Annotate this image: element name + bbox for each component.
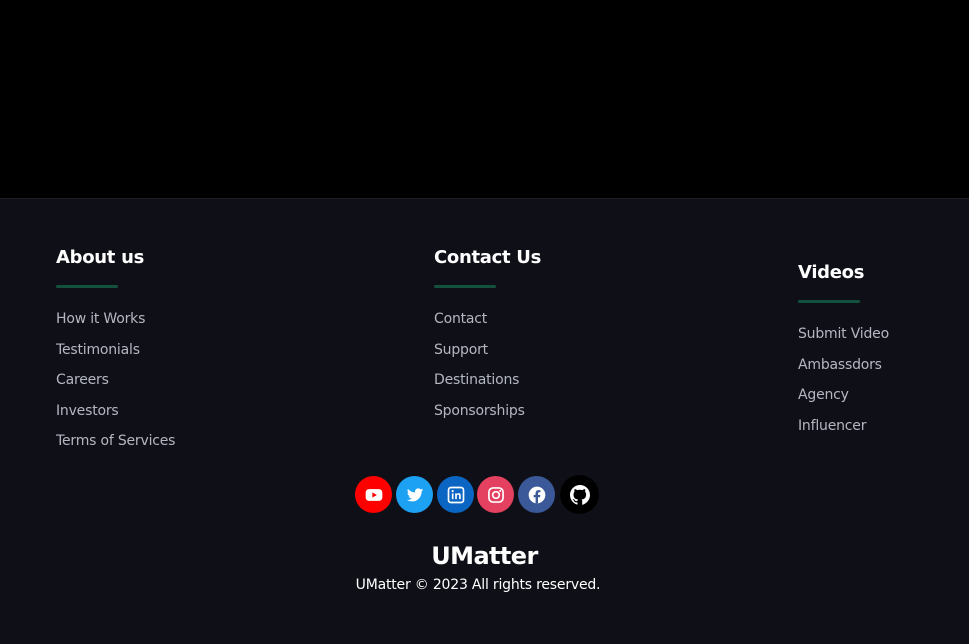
link-sponsorships[interactable]: Sponsorships — [434, 396, 541, 427]
brand-name: UMatter — [431, 542, 538, 570]
facebook-button[interactable] — [518, 476, 555, 513]
copyright-text: UMatter © 2023 All rights reserved. — [355, 577, 601, 593]
link-ambassadors[interactable]: Ambassdors — [798, 350, 889, 381]
link-influencer[interactable]: Influencer — [798, 411, 889, 442]
footer-column-contact: Contact Us Contact Support Destinations … — [434, 247, 541, 426]
contact-heading: Contact Us — [434, 247, 542, 268]
youtube-icon — [365, 488, 382, 501]
site-footer: About us How it Works Testimonials Caree… — [0, 198, 969, 644]
github-button[interactable] — [560, 475, 599, 514]
youtube-button[interactable] — [355, 476, 392, 513]
heading-underline — [434, 285, 496, 288]
videos-heading: Videos — [798, 262, 865, 283]
heading-underline — [798, 300, 860, 303]
videos-links: Submit Video Ambassdors Agency Influence… — [798, 319, 889, 441]
footer-column-videos: Videos Submit Video Ambassdors Agency In… — [798, 262, 889, 441]
about-links: How it Works Testimonials Careers Invest… — [56, 304, 175, 457]
instagram-icon — [487, 486, 504, 503]
link-contact[interactable]: Contact — [434, 304, 541, 335]
twitter-icon — [406, 487, 423, 501]
footer-column-about: About us How it Works Testimonials Caree… — [56, 247, 175, 457]
link-support[interactable]: Support — [434, 335, 541, 366]
link-destinations[interactable]: Destinations — [434, 365, 541, 396]
contact-links: Contact Support Destinations Sponsorship… — [434, 304, 541, 426]
linkedin-icon — [447, 486, 464, 503]
linkedin-button[interactable] — [437, 476, 474, 513]
hero-area — [0, 0, 969, 198]
social-links — [0, 475, 969, 514]
link-terms-of-services[interactable]: Terms of Services — [56, 426, 175, 457]
heading-underline — [56, 285, 118, 288]
instagram-button[interactable] — [477, 476, 514, 513]
link-investors[interactable]: Investors — [56, 396, 175, 427]
link-careers[interactable]: Careers — [56, 365, 175, 396]
link-testimonials[interactable]: Testimonials — [56, 335, 175, 366]
twitter-button[interactable] — [396, 476, 433, 513]
about-heading: About us — [56, 247, 144, 268]
link-how-it-works[interactable]: How it Works — [56, 304, 175, 335]
facebook-icon — [528, 486, 545, 503]
link-submit-video[interactable]: Submit Video — [798, 319, 889, 350]
link-agency[interactable]: Agency — [798, 380, 889, 411]
github-icon — [569, 484, 590, 505]
